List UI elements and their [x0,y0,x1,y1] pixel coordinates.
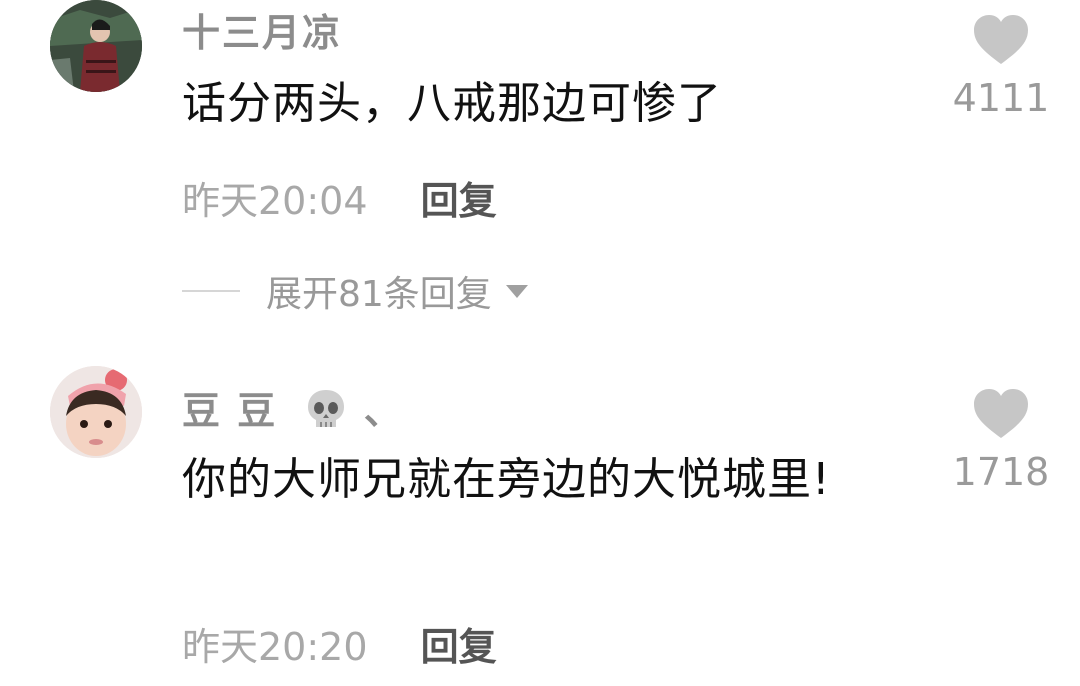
caret-down-icon [505,284,528,298]
comment-meta: 昨天20:20 回复 [182,616,497,671]
expand-replies-button[interactable]: 展开81条回复 [182,268,528,315]
expand-replies-label: 展开81条回复 [266,274,492,315]
comment-item: 豆 豆 、 你的大师兄就在旁边的大悦城里! 昨天20:20 回复 1718 [0,366,1080,686]
like-button[interactable]: 1718 [946,388,1056,494]
like-count: 4111 [952,76,1050,120]
avatar-image [50,366,142,458]
username[interactable]: 豆 豆 、 [182,380,404,440]
divider-line [182,290,240,292]
skull-icon [304,387,348,440]
username-text: 豆 豆 [182,389,278,433]
comment-text: 你的大师兄就在旁边的大悦城里! [182,454,831,505]
comment-time: 昨天20:04 [182,179,368,223]
comment-text: 话分两头，八戒那边可惨了 [182,78,722,129]
username[interactable]: 十三月凉 [182,2,342,57]
comment-item: 十三月凉 话分两头，八戒那边可惨了 昨天20:04 回复 4111 [0,0,1080,250]
avatar[interactable] [50,0,142,92]
comment-meta: 昨天20:04 回复 [182,170,497,225]
like-count: 1718 [952,450,1050,494]
username-suffix: 、 [363,389,404,433]
reply-button[interactable]: 回复 [421,616,497,671]
heart-icon [974,389,1028,438]
avatar[interactable] [50,366,142,458]
avatar-image [50,0,142,92]
heart-icon [974,15,1028,64]
reply-button[interactable]: 回复 [421,170,497,225]
comment-time: 昨天20:20 [182,625,368,669]
like-button[interactable]: 4111 [946,14,1056,120]
